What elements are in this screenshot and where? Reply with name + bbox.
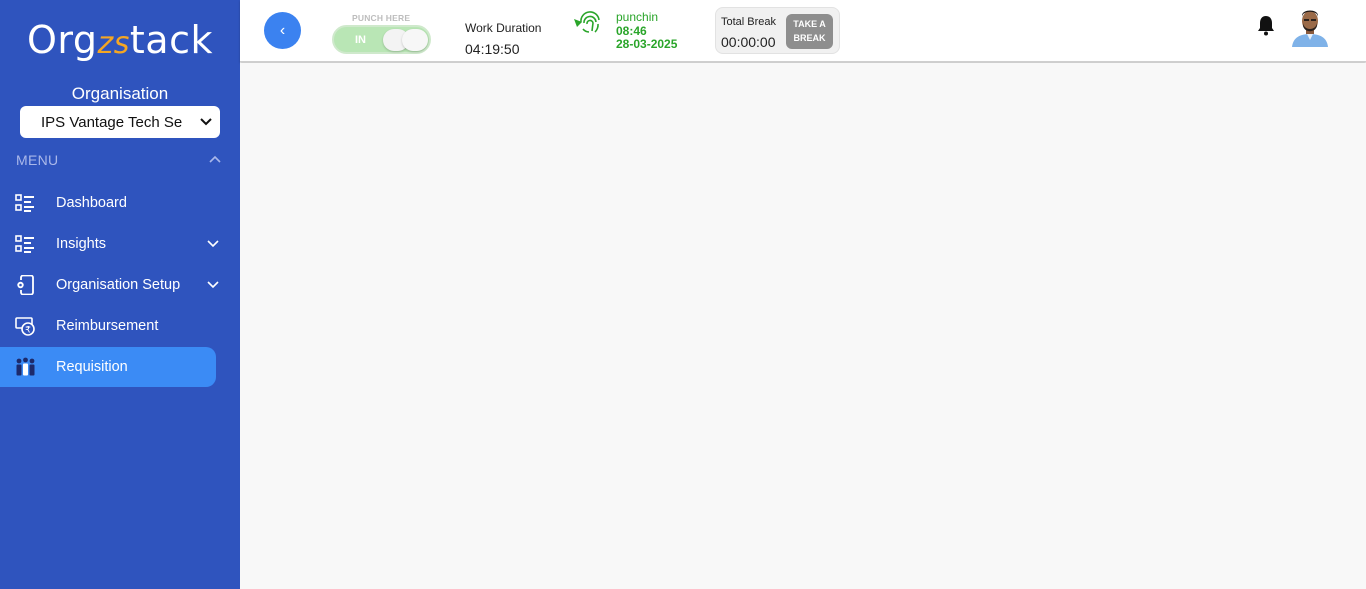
organisation-select-value: IPS Vantage Tech Se [41, 113, 183, 131]
sidebar-item-label: Reimbursement [56, 318, 159, 334]
avatar[interactable] [1291, 7, 1329, 47]
work-duration-value: 04:19:50 [465, 41, 520, 57]
bell-icon[interactable] [1256, 14, 1276, 36]
sidebar: Orgzstack Organisation IPS Vantage Tech … [0, 0, 240, 589]
rupee-refund-icon: ₹ [15, 317, 35, 336]
total-break-value: 00:00:00 [721, 34, 776, 50]
sidebar-item-label: Requisition [56, 359, 128, 375]
organisation-label: Organisation [71, 84, 169, 103]
sidebar-item-dashboard[interactable]: Dashboard [0, 183, 216, 223]
top-bar: ‹ PUNCH HERE IN Work Duration 04:19:50 p… [240, 0, 1366, 62]
people-icon [16, 357, 35, 376]
logo-text-pre: Org [27, 18, 98, 62]
svg-text:₹: ₹ [25, 326, 31, 336]
punch-toggle[interactable]: IN [332, 25, 431, 54]
take-break-label-line1: TAKE A [793, 19, 826, 29]
collapse-sidebar-button[interactable]: ‹ [264, 12, 301, 49]
punch-time: 08:46 [616, 24, 647, 38]
phone-settings-icon [16, 275, 34, 295]
chevron-down-icon[interactable] [206, 238, 220, 250]
sidebar-item-label: Insights [56, 236, 106, 252]
sidebar-item-label: Dashboard [56, 195, 127, 211]
fingerprint-icon [574, 11, 600, 33]
take-break-label-line2: BREAK [793, 33, 826, 43]
work-duration-label: Work Duration [465, 21, 542, 35]
sidebar-item-requisition[interactable]: Requisition [0, 347, 216, 387]
total-break-label: Total Break [721, 16, 777, 28]
chevron-down-icon[interactable] [206, 279, 220, 291]
chevron-down-icon [200, 118, 212, 126]
chevron-up-icon[interactable] [208, 153, 222, 167]
punch-status: punchin [616, 10, 659, 24]
orgzstack-logo[interactable]: Orgzstack [27, 18, 213, 66]
sidebar-item-label: Organisation Setup [56, 277, 181, 293]
break-panel: Total Break 00:00:00 TAKE A BREAK [715, 7, 840, 54]
punch-date: 28-03-2025 [616, 37, 678, 51]
menu-header-label: MENU [16, 152, 59, 168]
sidebar-item-reimbursement[interactable]: ₹ Reimbursement [0, 306, 216, 346]
list-icon [15, 235, 34, 253]
organisation-select[interactable]: IPS Vantage Tech Se [20, 106, 220, 138]
logo-text-post: tack [129, 18, 213, 62]
sidebar-item-insights[interactable]: Insights [0, 224, 219, 264]
main-content [240, 63, 1366, 589]
logo-text-mid: zs [97, 26, 130, 61]
toggle-knob [402, 29, 428, 51]
menu-header[interactable]: MENU [16, 152, 222, 168]
take-break-button[interactable]: TAKE A BREAK [786, 14, 833, 49]
list-icon [15, 194, 34, 212]
sidebar-item-organisation-setup[interactable]: Organisation Setup [0, 265, 219, 305]
punch-here-label: PUNCH HERE [352, 13, 411, 23]
punch-state-label: IN [355, 34, 366, 46]
